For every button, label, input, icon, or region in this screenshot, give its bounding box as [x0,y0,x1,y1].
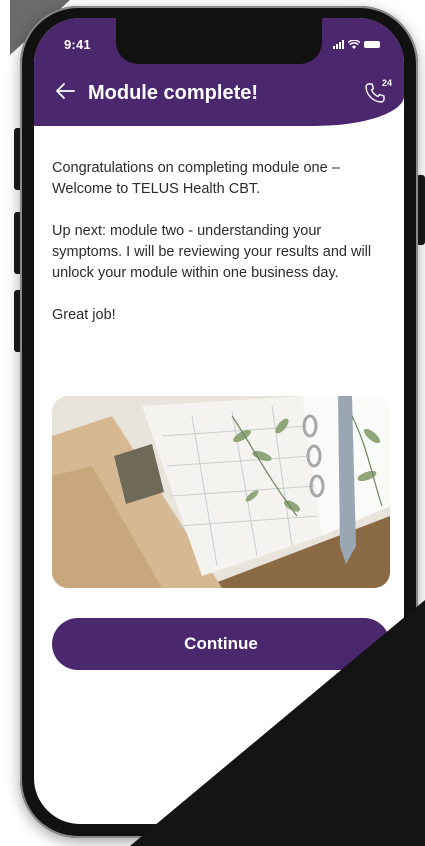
battery-icon [364,41,380,48]
congrats-paragraph: Congratulations on completing module one… [52,160,340,197]
great-job-paragraph: Great job! [52,307,116,323]
call-count-badge: 24 [382,78,393,88]
message-content: Congratulations on completing module one… [52,158,392,347]
wifi-icon [348,40,360,49]
next-module-paragraph: Up next: module two - understanding your… [52,223,372,281]
notch [116,18,322,64]
continue-button[interactable]: Continue [52,618,390,670]
status-icons [333,40,380,49]
status-time: 9:41 [64,37,91,52]
back-arrow-icon[interactable] [54,80,76,102]
signal-icon [333,40,344,49]
notebook-plants-photo [52,396,390,588]
page-title: Module complete! [88,82,259,104]
